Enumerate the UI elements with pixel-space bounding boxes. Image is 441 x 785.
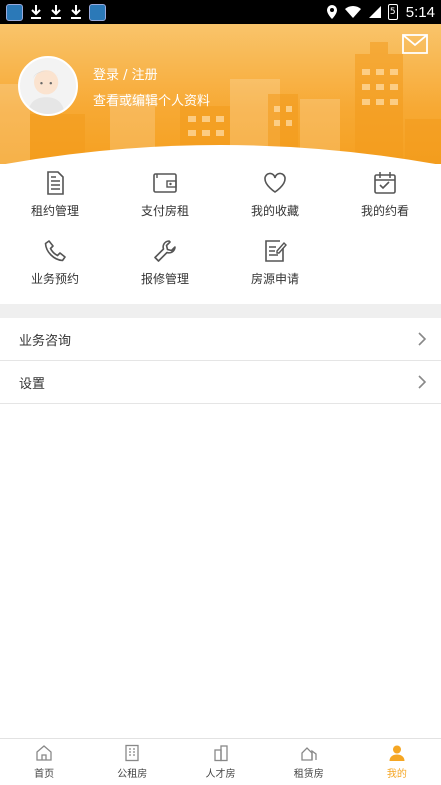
bottom-navigation: 首页 公租房 人才房 租赁房 我的 <box>0 738 441 785</box>
app-notification-icon <box>89 3 106 21</box>
download-icon <box>31 5 41 19</box>
nav-label: 我的 <box>386 769 407 780</box>
nav-item-talent-housing[interactable]: 人才房 <box>176 739 264 785</box>
phone-icon <box>44 240 66 262</box>
download-icon <box>51 5 61 19</box>
grid-row: 业务预约 报修管理 房源申请 <box>0 234 441 302</box>
app-notification-icon <box>6 3 23 21</box>
grid-item-lease-management[interactable]: 租约管理 <box>0 166 110 234</box>
profile-edit-link[interactable]: 查看或编辑个人资料 <box>93 90 210 109</box>
grid-item-listing-application[interactable]: 房源申请 <box>220 234 330 302</box>
header-curve <box>5 145 436 164</box>
settings-list: 业务咨询 设置 <box>0 318 441 404</box>
nav-item-public-rental[interactable]: 公租房 <box>88 739 176 785</box>
list-item-label: 设置 <box>19 376 46 392</box>
grid-item-business-appointment[interactable]: 业务预约 <box>0 234 110 302</box>
avatar[interactable] <box>18 56 78 116</box>
home-icon <box>36 745 52 761</box>
grid-item-pay-rent[interactable]: 支付房租 <box>110 166 220 234</box>
section-divider <box>0 304 441 318</box>
grid-item-label: 支付房租 <box>140 204 189 218</box>
profile-header: 登录 / 注册 查看或编辑个人资料 <box>0 24 441 164</box>
list-item-business-consulting[interactable]: 业务咨询 <box>0 318 441 361</box>
grid-item-label: 业务预约 <box>30 272 79 286</box>
clock: 5:14 <box>405 3 435 21</box>
login-register-link[interactable]: 登录 / 注册 <box>93 64 158 83</box>
nav-item-mine[interactable]: 我的 <box>353 739 441 785</box>
status-bar: 5 5:14 <box>0 0 441 24</box>
function-grid: 租约管理 支付房租 我的收藏 我的约看 业务预约 报修管理 房源申请 <box>0 166 441 302</box>
grid-item-favorites[interactable]: 我的收藏 <box>220 166 330 234</box>
wallet-icon <box>153 173 177 193</box>
edit-document-icon <box>265 240 287 262</box>
chevron-right-icon <box>418 375 427 389</box>
wrench-icon <box>154 240 176 262</box>
nav-item-home[interactable]: 首页 <box>0 739 88 785</box>
nav-label: 公租房 <box>117 769 148 780</box>
nav-item-lease-housing[interactable]: 租赁房 <box>265 739 353 785</box>
grid-item-repair-management[interactable]: 报修管理 <box>110 234 220 302</box>
grid-item-label: 我的约看 <box>360 204 409 218</box>
grid-item-label: 我的收藏 <box>250 204 299 218</box>
location-icon <box>326 5 337 19</box>
chevron-right-icon <box>418 332 427 346</box>
list-item-label: 业务咨询 <box>19 333 72 349</box>
nav-label: 租赁房 <box>293 769 324 780</box>
grid-item-label: 房源申请 <box>250 272 299 286</box>
building-icon <box>125 744 139 762</box>
signal-icon <box>368 6 381 18</box>
grid-item-label: 报修管理 <box>140 272 189 286</box>
wifi-icon <box>344 5 361 18</box>
mail-icon[interactable] <box>402 34 428 54</box>
default-avatar-icon <box>27 70 65 114</box>
calendar-check-icon <box>374 172 396 194</box>
list-item-settings[interactable]: 设置 <box>0 361 441 404</box>
notification-icons <box>6 3 106 21</box>
nav-label: 人才房 <box>205 769 236 780</box>
document-icon <box>47 171 64 195</box>
heart-icon <box>264 172 286 193</box>
tower-icon <box>213 745 228 762</box>
grid-row: 租约管理 支付房租 我的收藏 我的约看 <box>0 166 441 234</box>
house-icon <box>301 747 317 761</box>
system-indicators: 5 5:14 <box>326 4 435 21</box>
download-icon <box>71 5 81 19</box>
nav-label: 首页 <box>34 769 55 780</box>
battery-icon: 5 <box>387 4 398 20</box>
grid-item-viewing-appointments[interactable]: 我的约看 <box>330 166 440 234</box>
person-icon <box>389 745 405 761</box>
grid-item-label: 租约管理 <box>30 204 79 218</box>
